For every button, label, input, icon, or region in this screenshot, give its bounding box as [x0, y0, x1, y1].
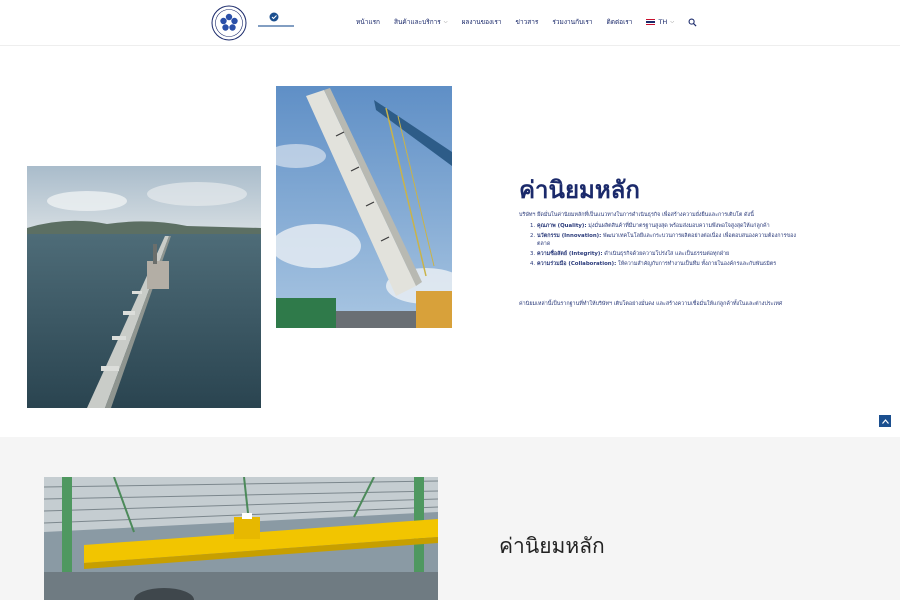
core-values-closing: ค่านิยมเหล่านี้เป็นรากฐานที่ทำให้บริษัทฯ… — [519, 301, 783, 307]
core-values-list: 1. คุณภาพ (Quality): มุ่งมั่นผลิตสินค้าที… — [530, 222, 804, 270]
certification-badge-logo — [258, 12, 294, 27]
core-values-title-2: ค่านิยมหลัก — [499, 534, 605, 558]
site-header: หน้าแรก สินค้าและบริการ ⌵ ผลงานของเรา ข่า… — [0, 0, 900, 46]
nav-item-home[interactable]: หน้าแรก — [356, 17, 380, 27]
crane-lifting-photo — [276, 86, 452, 328]
list-item: 3. ความซื่อสัตย์ (Integrity): ดำเนินธุรกิ… — [530, 251, 730, 257]
core-values-title: ค่านิยมหลัก — [519, 176, 640, 204]
pier-photo — [27, 166, 261, 408]
nav-item-products[interactable]: สินค้าและบริการ ⌵ — [394, 17, 448, 27]
chevron-down-icon: ⌵ — [443, 19, 448, 25]
back-to-top-button[interactable] — [879, 415, 891, 427]
nav-item-portfolio[interactable]: ผลงานของเรา — [462, 17, 502, 27]
search-icon[interactable] — [688, 18, 697, 27]
list-item: 4. ความร่วมมือ (Collaboration): ให้ความสำ… — [530, 261, 777, 267]
nav-item-news[interactable]: ข่าวสาร — [516, 17, 539, 27]
chevron-up-icon — [881, 418, 889, 424]
company-seal-logo[interactable] — [211, 5, 247, 41]
thai-flag-icon — [646, 19, 656, 25]
core-values-intro: บริษัทฯ ยึดมั่นในค่านิยมหลักที่เป็นแนวทา… — [519, 212, 754, 218]
language-switcher[interactable]: TH ⌵ — [646, 18, 674, 26]
factory-crane-photo — [44, 477, 438, 600]
main-nav: หน้าแรก สินค้าและบริการ ⌵ ผลงานของเรา ข่า… — [356, 15, 697, 29]
nav-item-contact[interactable]: ติดต่อเรา — [607, 17, 633, 27]
list-item: 2. นวัตกรรม (Innovation): พัฒนาเทคโนโลยีแ… — [530, 233, 796, 247]
list-item: 1. คุณภาพ (Quality): มุ่งมั่นผลิตสินค้าที… — [530, 223, 770, 229]
nav-item-careers[interactable]: ร่วมงานกับเรา — [552, 17, 592, 27]
chevron-down-icon: ⌵ — [670, 19, 675, 25]
